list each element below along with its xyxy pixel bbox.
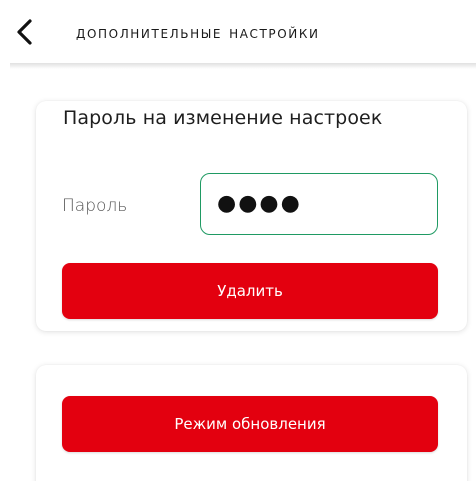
password-field[interactable]: ●●●● [200, 173, 438, 235]
chevron-left-icon [17, 19, 32, 45]
back-button[interactable] [10, 16, 40, 48]
password-value: ●●●● [217, 191, 302, 216]
top-bar: Дополнительные настройки [0, 0, 476, 60]
password-section-title: Пароль на изменение настроек [63, 107, 383, 129]
settings-screen: Дополнительные настройки Пароль на измен… [0, 0, 476, 481]
delete-button-label: Удалить [217, 282, 283, 300]
password-label: Пароль [62, 196, 128, 216]
update-mode-button[interactable]: Режим обновления [62, 396, 438, 452]
page-title: Дополнительные настройки [76, 23, 320, 43]
header-divider [10, 63, 476, 69]
delete-button[interactable]: Удалить [62, 263, 438, 319]
update-mode-button-label: Режим обновления [174, 415, 326, 433]
